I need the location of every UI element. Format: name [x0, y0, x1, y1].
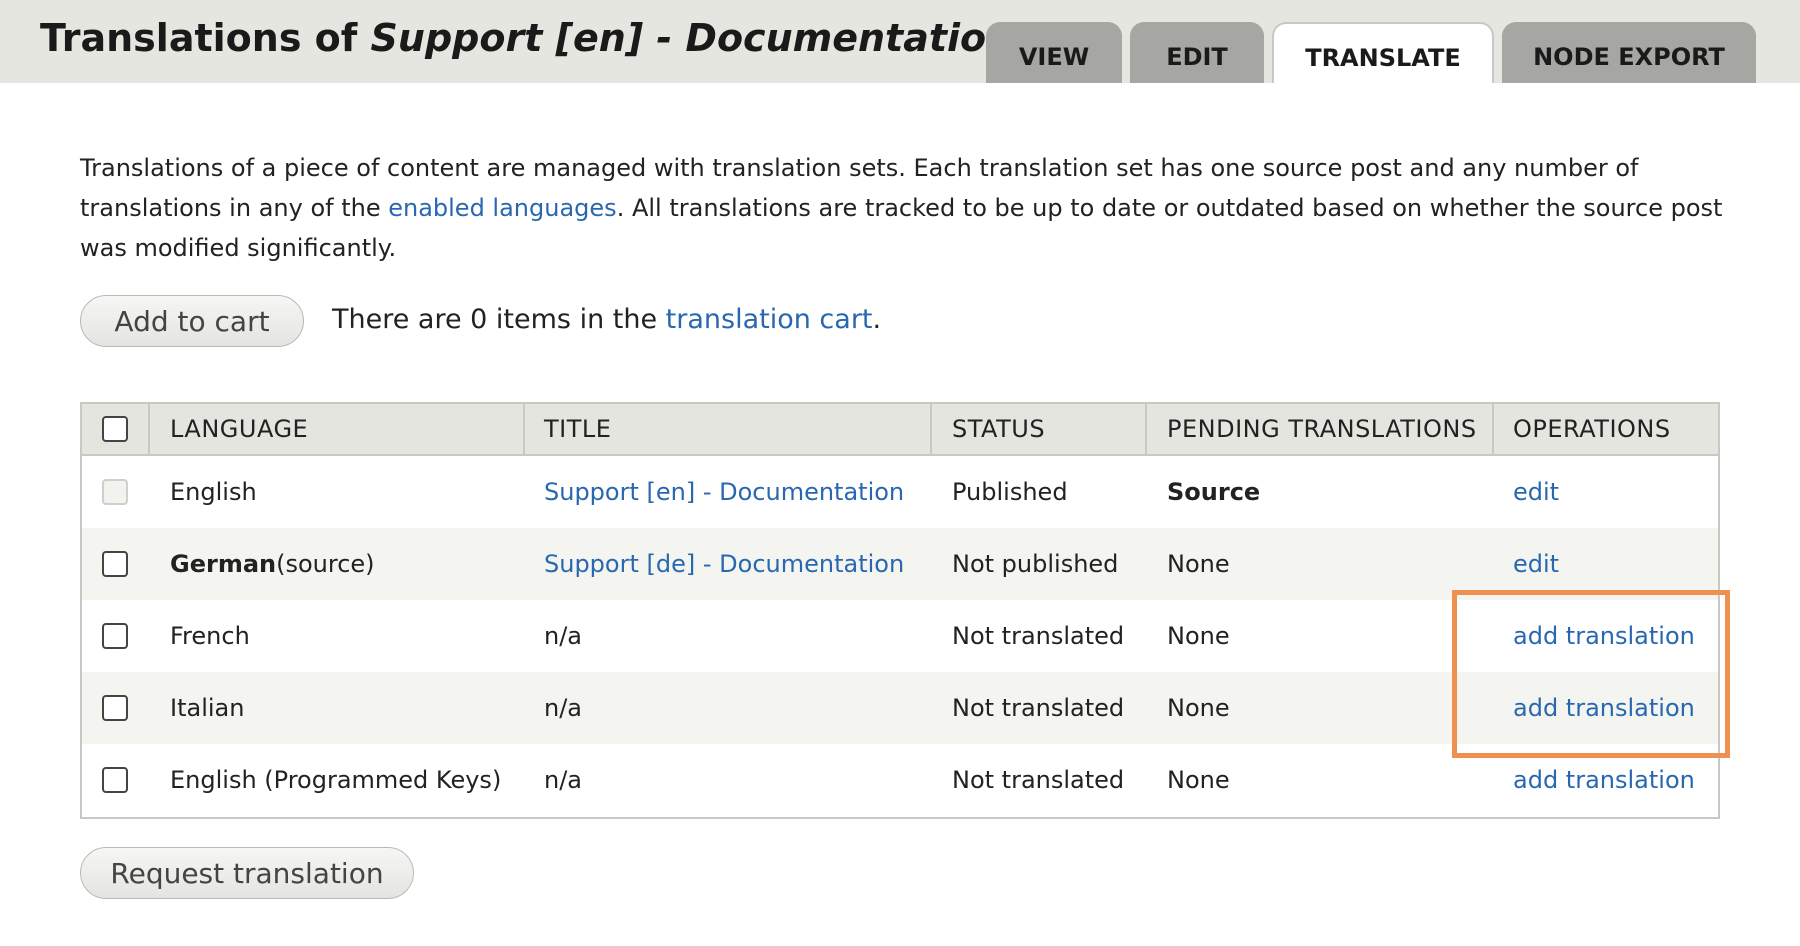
row-pending: None [1167, 550, 1230, 578]
table-row: German (source) Support [de] - Documenta… [82, 528, 1718, 600]
page-title: Translations of Support [en] - Documenta… [40, 16, 1014, 60]
table-row: English (Programmed Keys) n/a Not transl… [82, 744, 1718, 816]
tab-node-export[interactable]: NODE EXPORT [1502, 22, 1756, 83]
request-translation-button[interactable]: Request translation [80, 847, 414, 899]
row-checkbox[interactable] [102, 767, 128, 793]
row-pending: None [1167, 694, 1230, 722]
row-pending: Source [1167, 478, 1261, 506]
column-header-language[interactable]: LANGUAGE [170, 404, 308, 454]
column-header-status[interactable]: STATUS [952, 404, 1045, 454]
row-title: n/a [544, 766, 583, 794]
translation-cart-link[interactable]: translation cart [666, 304, 873, 335]
row-language: Italian [170, 694, 245, 722]
row-title-link[interactable]: Support [de] - Documentation [544, 550, 904, 578]
row-edit-link[interactable]: edit [1513, 478, 1559, 506]
row-pending: None [1167, 622, 1230, 650]
row-edit-link[interactable]: edit [1513, 550, 1559, 578]
row-language: English (Programmed Keys) [170, 766, 502, 794]
row-add-translation-link[interactable]: add translation [1513, 622, 1695, 650]
row-title-link[interactable]: Support [en] - Documentation [544, 478, 904, 506]
row-language: French [170, 622, 250, 650]
row-checkbox[interactable] [102, 551, 128, 577]
tab-view[interactable]: VIEW [986, 22, 1122, 83]
page-title-node: Support [en] - Documentation [370, 16, 1014, 60]
row-language: English [170, 478, 257, 506]
select-all-checkbox[interactable] [102, 416, 128, 442]
row-title: n/a [544, 622, 583, 650]
row-language: German (source) [170, 550, 375, 578]
add-to-cart-button[interactable]: Add to cart [80, 295, 304, 347]
row-status: Not translated [952, 622, 1125, 650]
row-checkbox[interactable] [102, 695, 128, 721]
intro-text: Translations of a piece of content are m… [80, 154, 1723, 262]
row-status: Not translated [952, 766, 1125, 794]
table-row: Italian n/a Not translated None add tran… [82, 672, 1718, 744]
row-add-translation-link[interactable]: add translation [1513, 766, 1695, 794]
row-status: Not published [952, 550, 1119, 578]
cart-status: There are 0 items in the translation car… [332, 304, 882, 335]
row-checkbox[interactable] [102, 623, 128, 649]
table-row: French n/a Not translated None add trans… [82, 600, 1718, 672]
row-status: Published [952, 478, 1068, 506]
table-row: English Support [en] - Documentation Pub… [82, 456, 1718, 528]
column-header-pending[interactable]: PENDING TRANSLATIONS [1167, 404, 1477, 454]
table-header-row: LANGUAGE TITLE STATUS PENDING TRANSLATIO… [82, 404, 1718, 456]
column-header-title[interactable]: TITLE [544, 404, 611, 454]
row-pending: None [1167, 766, 1230, 794]
row-checkbox [102, 479, 128, 505]
enabled-languages-link[interactable]: enabled languages [388, 194, 616, 222]
row-add-translation-link[interactable]: add translation [1513, 694, 1695, 722]
column-header-operations[interactable]: OPERATIONS [1513, 404, 1671, 454]
row-title: n/a [544, 694, 583, 722]
tab-translate[interactable]: TRANSLATE [1272, 22, 1494, 83]
tab-edit[interactable]: EDIT [1130, 22, 1264, 83]
row-status: Not translated [952, 694, 1125, 722]
translations-table: LANGUAGE TITLE STATUS PENDING TRANSLATIO… [80, 402, 1720, 819]
